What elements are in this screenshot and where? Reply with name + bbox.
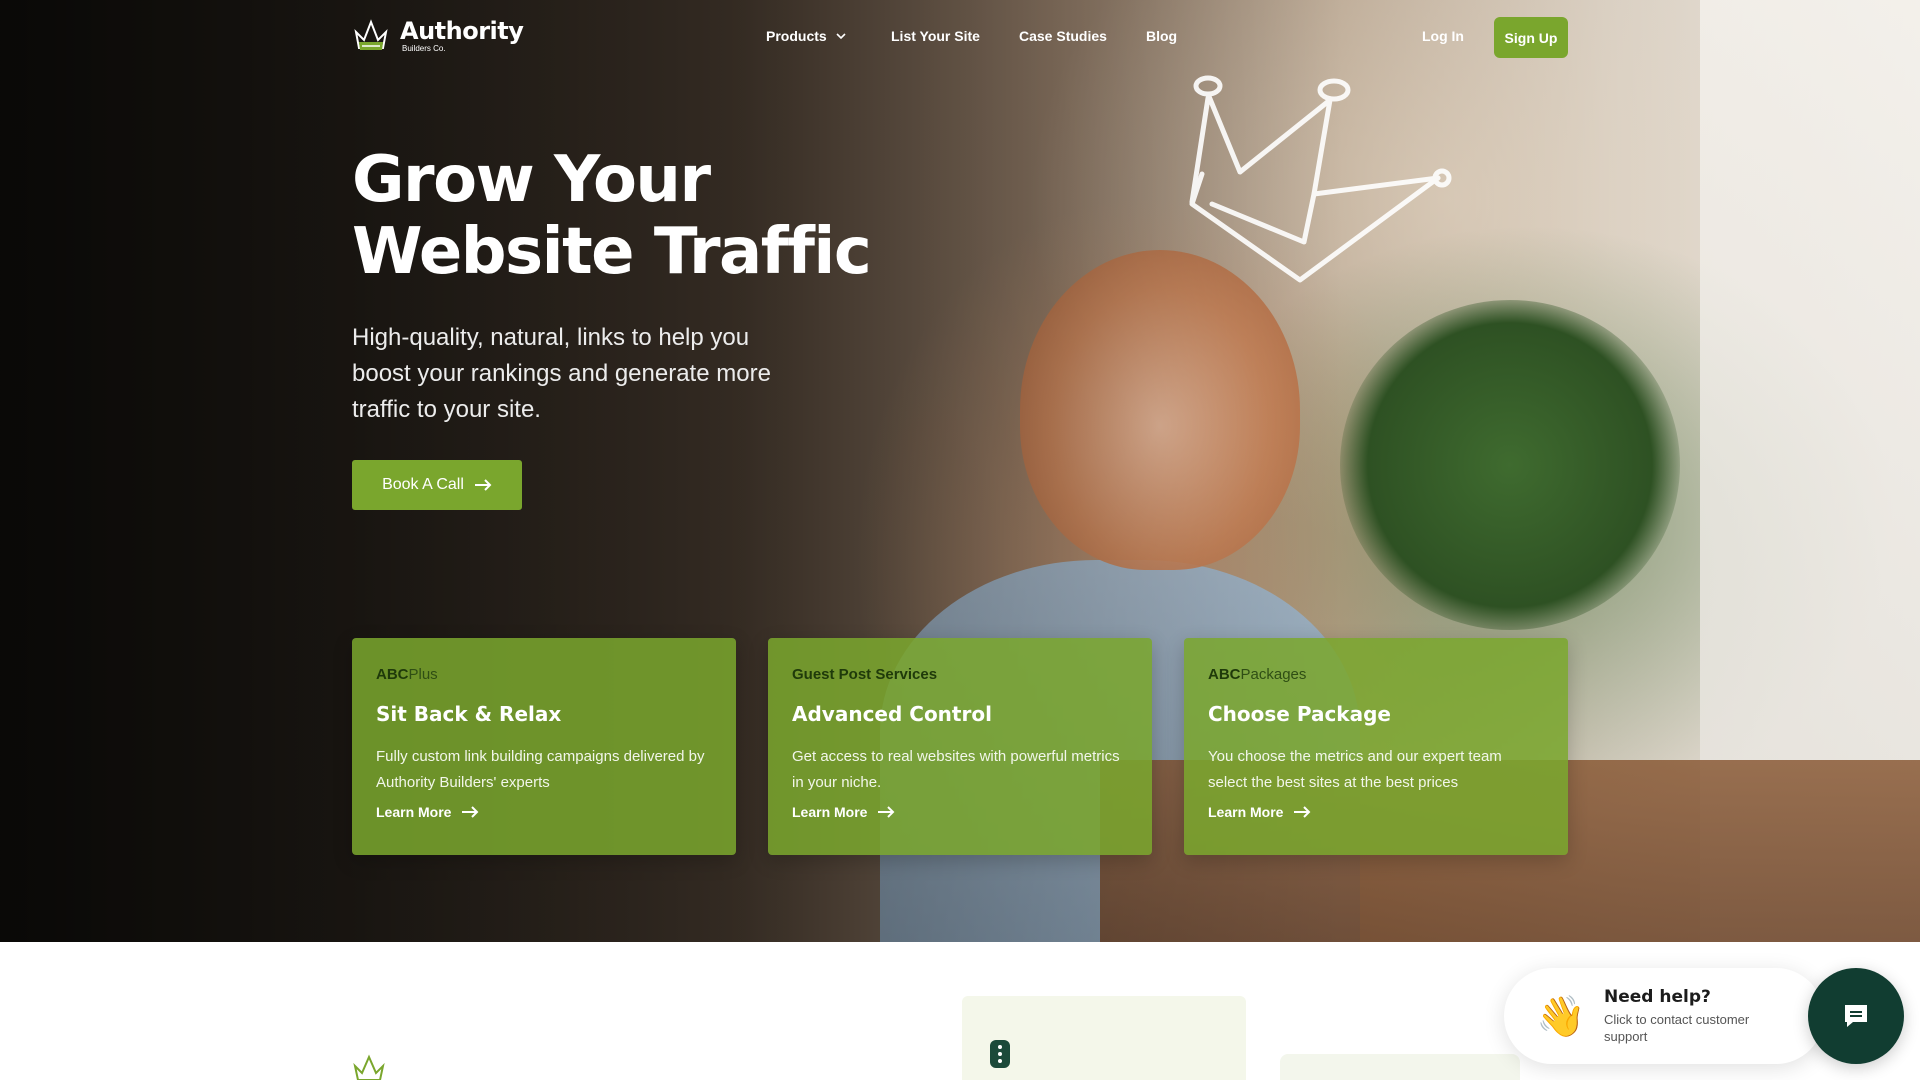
- service-card-abcpackages[interactable]: ABCPackages Choose Package You choose th…: [1184, 638, 1568, 855]
- chat-button[interactable]: [1808, 968, 1904, 1064]
- learn-more-link[interactable]: Learn More: [376, 804, 479, 820]
- card-title: Sit Back & Relax: [376, 702, 562, 726]
- hero-headline: Grow Your Website Traffic: [352, 144, 912, 288]
- logo-text: Authority Builders Co.: [400, 17, 524, 53]
- help-title: Need help?: [1604, 987, 1711, 1007]
- headline-line2: Website Traffic: [352, 215, 872, 289]
- card-description: You choose the metrics and our expert te…: [1208, 748, 1502, 791]
- dots-icon: [990, 1040, 1010, 1068]
- preview-card: [1280, 1054, 1520, 1080]
- arrow-right-icon: [474, 479, 492, 491]
- learn-more-link[interactable]: Learn More: [792, 804, 895, 820]
- book-call-button[interactable]: Book A Call: [352, 460, 522, 510]
- arrow-right-icon: [1294, 806, 1311, 818]
- nav-products[interactable]: Products: [766, 28, 847, 44]
- card-eyebrow: Guest Post Services: [792, 666, 938, 683]
- logo-sub: Builders Co.: [402, 44, 446, 53]
- nav-list-your-site[interactable]: List Your Site: [891, 28, 980, 44]
- card-description: Fully custom link building campaigns del…: [376, 748, 705, 791]
- help-subtitle: Click to contact customer support: [1604, 1012, 1750, 1044]
- book-call-label: Book A Call: [382, 476, 464, 493]
- top-nav: Authority Builders Co. Products List You…: [0, 0, 1920, 74]
- card-eyebrow: ABCPlus: [376, 666, 438, 683]
- hero-subtext: High-quality, natural, links to help you…: [352, 324, 771, 423]
- chevron-down-icon: [836, 33, 846, 40]
- crown-drawing: [1189, 75, 1452, 283]
- login-link[interactable]: Log In: [1422, 28, 1464, 44]
- logo-name: Authority: [400, 17, 524, 45]
- card-eyebrow: ABCPackages: [1208, 666, 1307, 683]
- arrow-right-icon: [878, 806, 895, 818]
- service-card-guest-post[interactable]: Guest Post Services Advanced Control Get…: [768, 638, 1152, 855]
- crown-logo-icon: [354, 19, 388, 50]
- logo[interactable]: Authority Builders Co.: [352, 17, 524, 54]
- crown-logo-icon: [353, 1054, 385, 1080]
- waving-hand-icon: 👋: [1536, 994, 1586, 1039]
- learn-more-link[interactable]: Learn More: [1208, 804, 1311, 820]
- service-card-abcplus[interactable]: ABCPlus Sit Back & Relax Fully custom li…: [352, 638, 736, 855]
- help-widget[interactable]: 👋 Need help? Click to contact customer s…: [1504, 968, 1824, 1064]
- card-title: Choose Package: [1208, 702, 1391, 726]
- chat-bubble-icon: [1845, 1005, 1867, 1027]
- nav-blog[interactable]: Blog: [1146, 28, 1177, 44]
- arrow-right-icon: [462, 806, 479, 818]
- nav-products-label: Products: [766, 28, 827, 44]
- help-text: Need help? Click to contact customer sup…: [1604, 987, 1774, 1045]
- nav-case-studies[interactable]: Case Studies: [1019, 28, 1107, 44]
- signup-button[interactable]: Sign Up: [1494, 17, 1568, 58]
- card-title: Advanced Control: [792, 702, 992, 726]
- card-description: Get access to real websites with powerfu…: [792, 748, 1120, 791]
- headline-line1: Grow Your: [352, 143, 711, 217]
